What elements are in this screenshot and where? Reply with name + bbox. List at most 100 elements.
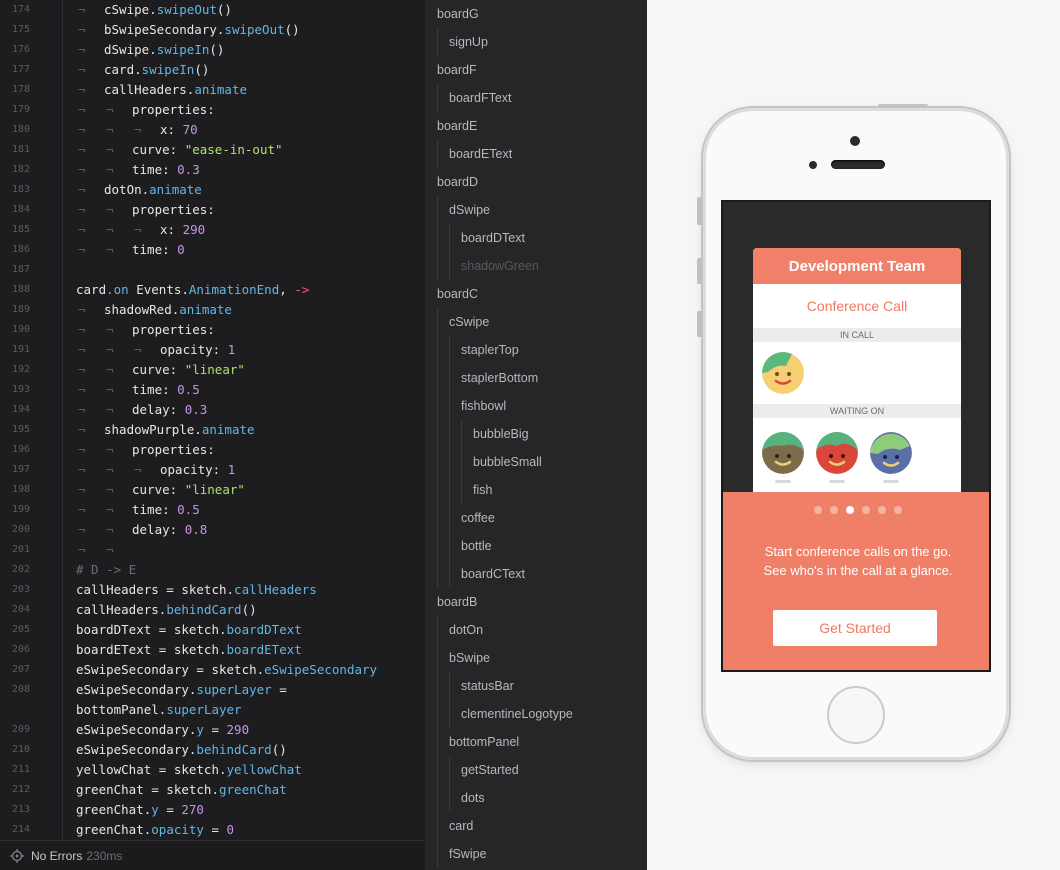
code-line[interactable]: 184 ¬ ¬ properties: bbox=[0, 200, 425, 220]
tree-guide bbox=[437, 308, 438, 336]
code-line[interactable]: 198 ¬ ¬ curve: "linear" bbox=[0, 480, 425, 500]
code-line[interactable]: 191 ¬ ¬ ¬ opacity: 1 bbox=[0, 340, 425, 360]
layer-item[interactable]: bottomPanel bbox=[425, 728, 647, 756]
code-line[interactable]: 213 greenChat.y = 270 bbox=[0, 800, 425, 820]
code-line[interactable]: 176 ¬ dSwipe.swipeIn() bbox=[0, 40, 425, 60]
layer-item[interactable]: card bbox=[425, 812, 647, 840]
tree-guide bbox=[437, 336, 438, 364]
page-dot[interactable] bbox=[894, 506, 902, 514]
gutter-divider bbox=[62, 420, 63, 440]
code-token: time: bbox=[132, 382, 178, 397]
code-line[interactable]: 192 ¬ ¬ curve: "linear" bbox=[0, 360, 425, 380]
code-token: properties: bbox=[132, 202, 215, 217]
code-line[interactable]: 175 ¬ bSwipeSecondary.swipeOut() bbox=[0, 20, 425, 40]
layer-item[interactable]: fish bbox=[425, 476, 647, 504]
code-line[interactable]: 204 callHeaders.behindCard() bbox=[0, 600, 425, 620]
page-dot[interactable] bbox=[814, 506, 822, 514]
layer-item[interactable]: dotOn bbox=[425, 616, 647, 644]
code-token: .on bbox=[106, 282, 129, 297]
layer-item[interactable]: cSwipe bbox=[425, 308, 647, 336]
layer-item[interactable]: boardD bbox=[425, 168, 647, 196]
card-subtitle: Conference Call bbox=[806, 298, 908, 314]
layer-item[interactable]: fishbowl bbox=[425, 392, 647, 420]
page-dot[interactable] bbox=[830, 506, 838, 514]
code-line[interactable]: 197 ¬ ¬ ¬ opacity: 1 bbox=[0, 460, 425, 480]
code-line[interactable]: 209 eSwipeSecondary.y = 290 bbox=[0, 720, 425, 740]
page-dot[interactable] bbox=[878, 506, 886, 514]
code-line[interactable]: 179 ¬ ¬ properties: bbox=[0, 100, 425, 120]
layer-item[interactable]: staplerTop bbox=[425, 336, 647, 364]
layer-item[interactable]: fSwipe bbox=[425, 840, 647, 868]
code-line[interactable]: 193 ¬ ¬ time: 0.5 bbox=[0, 380, 425, 400]
code-line[interactable]: 206 boardEText = sketch.boardEText bbox=[0, 640, 425, 660]
layer-item[interactable]: coffee bbox=[425, 504, 647, 532]
layer-item[interactable]: boardG bbox=[425, 0, 647, 28]
layer-item[interactable]: dSwipe bbox=[425, 196, 647, 224]
code-line[interactable]: 194 ¬ ¬ delay: 0.3 bbox=[0, 400, 425, 420]
layer-item[interactable]: getStarted bbox=[425, 756, 647, 784]
code-line[interactable]: 188 card.on Events.AnimationEnd, -> bbox=[0, 280, 425, 300]
layer-item[interactable]: boardEText bbox=[425, 140, 647, 168]
code-line[interactable]: 177 ¬ card.swipeIn() bbox=[0, 60, 425, 80]
code-line[interactable]: 187 bbox=[0, 260, 425, 280]
layer-item[interactable]: staplerBottom bbox=[425, 364, 647, 392]
code-line[interactable]: 196 ¬ ¬ properties: bbox=[0, 440, 425, 460]
layer-item[interactable]: boardFText bbox=[425, 84, 647, 112]
get-started-button[interactable]: Get Started bbox=[773, 610, 937, 646]
layer-item[interactable]: bSwipe bbox=[425, 644, 647, 672]
code-line[interactable]: 201 ¬ ¬ bbox=[0, 540, 425, 560]
layer-item[interactable]: boardDText bbox=[425, 224, 647, 252]
code-line[interactable]: 212 greenChat = sketch.greenChat bbox=[0, 780, 425, 800]
code-text: bSwipeSecondary.swipeOut() bbox=[104, 20, 300, 40]
layer-item[interactable]: signUp bbox=[425, 28, 647, 56]
code-line[interactable]: 205 boardDText = sketch.boardDText bbox=[0, 620, 425, 640]
code-line[interactable]: 199 ¬ ¬ time: 0.5 bbox=[0, 500, 425, 520]
code-line[interactable]: 208 eSwipeSecondary.superLayer = bottomPa… bbox=[0, 680, 425, 720]
layer-item[interactable]: shadowGreen bbox=[425, 252, 647, 280]
code-text: delay: 0.8 bbox=[132, 520, 207, 540]
code-line[interactable]: 202 # D -> E bbox=[0, 560, 425, 580]
code-line[interactable]: 178 ¬ callHeaders.animate bbox=[0, 80, 425, 100]
tab-marker: ¬ bbox=[78, 222, 86, 237]
code-line[interactable]: 207 eSwipeSecondary = sketch.eSwipeSecond… bbox=[0, 660, 425, 680]
page-dot[interactable] bbox=[862, 506, 870, 514]
code-line[interactable]: 182 ¬ ¬ time: 0.3 bbox=[0, 160, 425, 180]
layer-label: cSwipe bbox=[449, 315, 490, 329]
code-editor[interactable]: 174 ¬ cSwipe.swipeOut() 175 ¬ bSwipeSecondary… bbox=[0, 0, 425, 870]
code-line[interactable]: 195 ¬ shadowPurple.animate bbox=[0, 420, 425, 440]
code-line[interactable]: 200 ¬ ¬ delay: 0.8 bbox=[0, 520, 425, 540]
line-number: 206 bbox=[11, 644, 30, 655]
layer-item[interactable]: boardCText bbox=[425, 560, 647, 588]
page-dot-active[interactable] bbox=[846, 506, 854, 514]
layer-item[interactable]: boardC bbox=[425, 280, 647, 308]
code-line[interactable]: 214 greenChat.opacity = 0 bbox=[0, 820, 425, 840]
code-line[interactable]: 203 callHeaders = sketch.callHeaders bbox=[0, 580, 425, 600]
layer-item[interactable]: boardB bbox=[425, 588, 647, 616]
page-dots[interactable] bbox=[723, 506, 989, 514]
layer-item[interactable]: clementineLogotype bbox=[425, 700, 647, 728]
code-line[interactable]: 189 ¬ shadowRed.animate bbox=[0, 300, 425, 320]
code-line[interactable]: 211 yellowChat = sketch.yellowChat bbox=[0, 760, 425, 780]
code-line[interactable]: 180 ¬ ¬ ¬ x: 70 bbox=[0, 120, 425, 140]
code-line[interactable]: 181 ¬ ¬ curve: "ease-in-out" bbox=[0, 140, 425, 160]
code-line[interactable]: 183 ¬ dotOn.animate bbox=[0, 180, 425, 200]
code-line[interactable]: 186 ¬ ¬ time: 0 bbox=[0, 240, 425, 260]
code-area[interactable]: 174 ¬ cSwipe.swipeOut() 175 ¬ bSwipeSecondary… bbox=[0, 0, 425, 840]
code-line[interactable]: 210 eSwipeSecondary.behindCard() bbox=[0, 740, 425, 760]
code-line[interactable]: 185 ¬ ¬ ¬ x: 290 bbox=[0, 220, 425, 240]
layer-item[interactable]: bubbleSmall bbox=[425, 448, 647, 476]
layer-item[interactable]: boardF bbox=[425, 56, 647, 84]
layers-panel[interactable]: boardG signUp boardF boardFText boardE boardE… bbox=[425, 0, 647, 870]
gutter-divider bbox=[62, 120, 63, 140]
layer-item[interactable]: dots bbox=[425, 784, 647, 812]
layer-item[interactable]: boardE bbox=[425, 112, 647, 140]
avatar-shadow bbox=[883, 480, 899, 483]
gutter-divider bbox=[62, 360, 63, 380]
code-line[interactable]: 174 ¬ cSwipe.swipeOut() bbox=[0, 0, 425, 20]
code-token: x: bbox=[160, 222, 183, 237]
layer-item[interactable]: statusBar bbox=[425, 672, 647, 700]
layer-item[interactable]: bottle bbox=[425, 532, 647, 560]
tab-marker: ¬ bbox=[78, 382, 86, 397]
layer-item[interactable]: bubbleBig bbox=[425, 420, 647, 448]
code-line[interactable]: 190 ¬ ¬ properties: bbox=[0, 320, 425, 340]
